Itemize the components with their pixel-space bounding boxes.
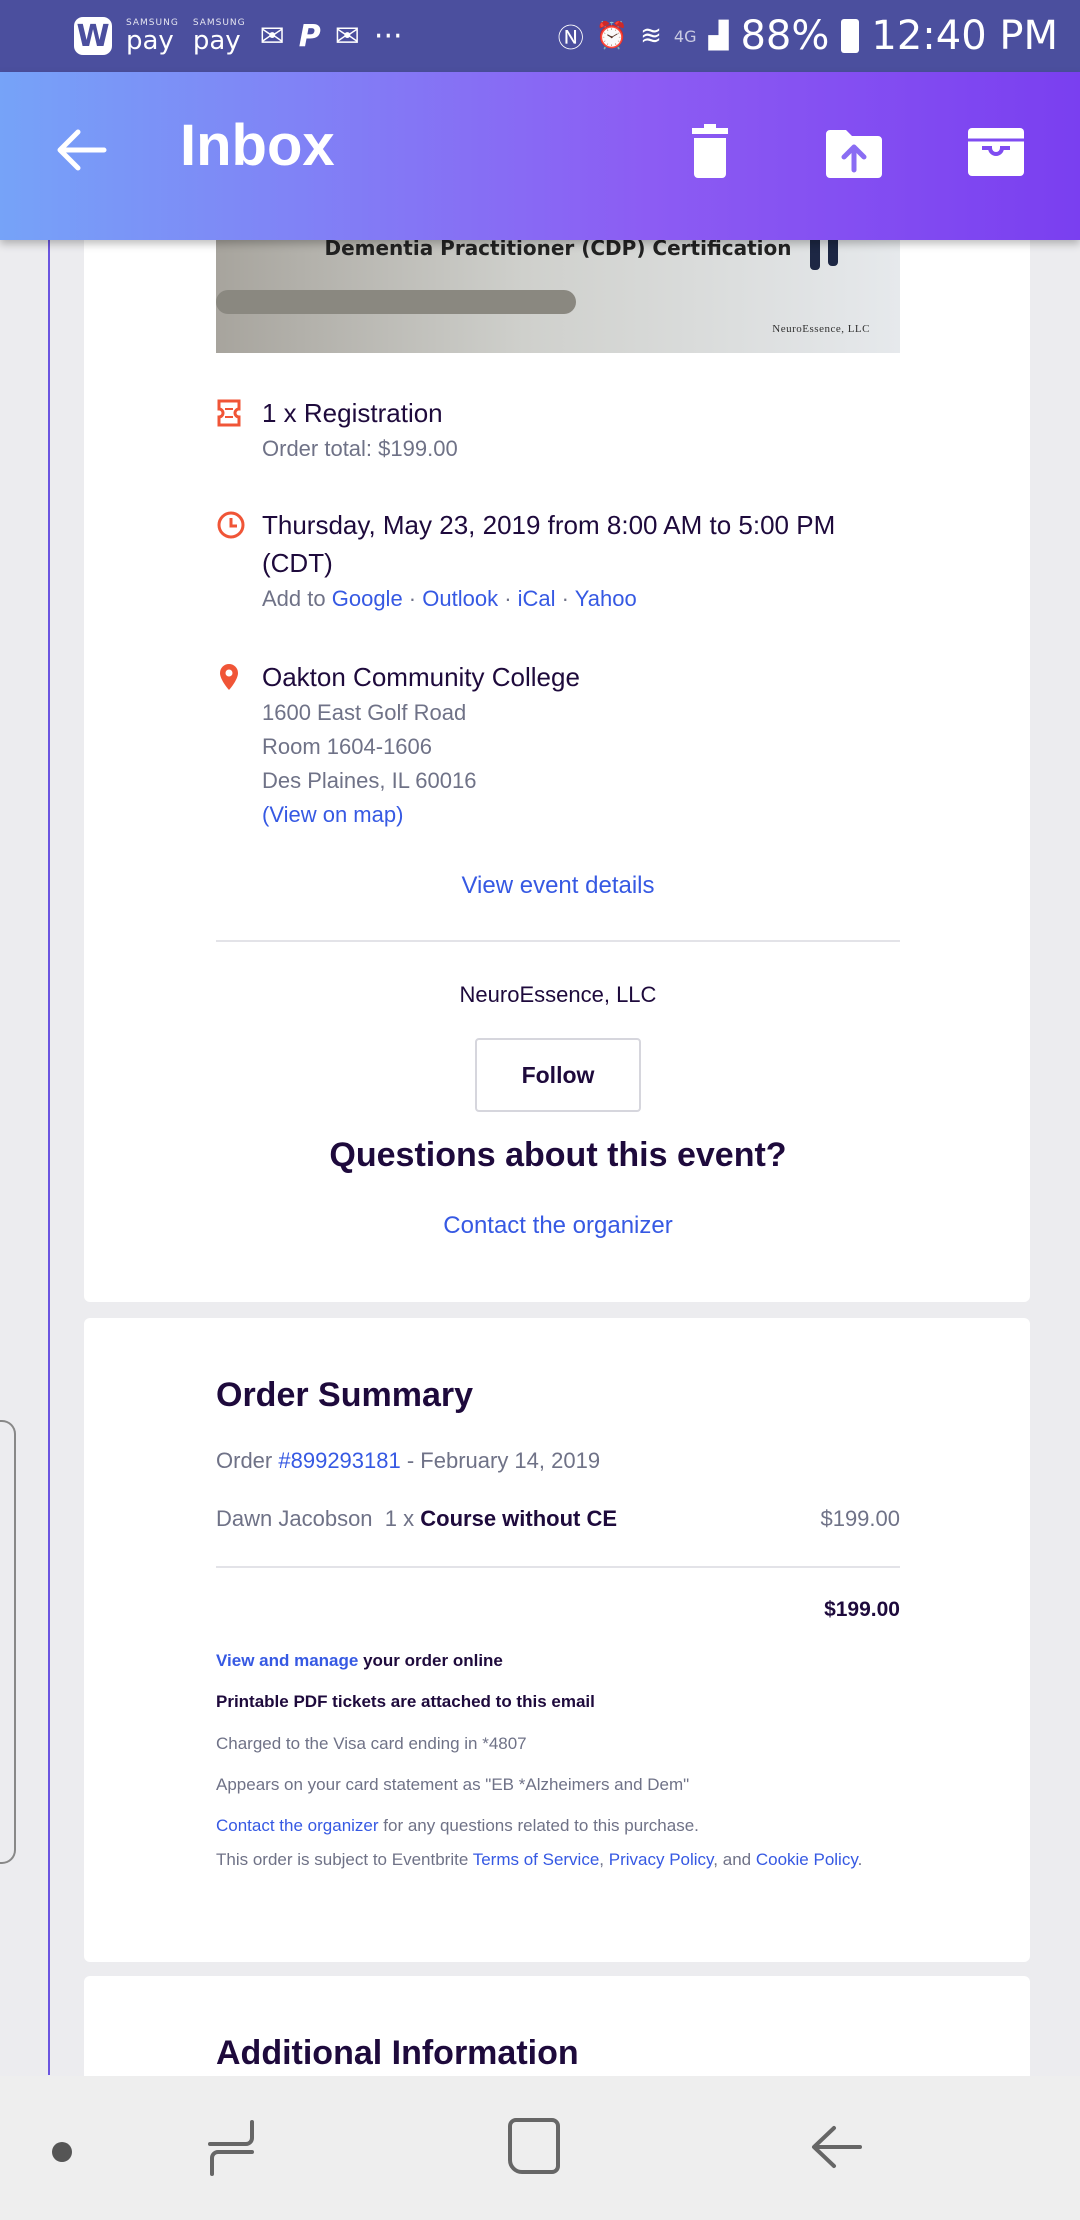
terms-note: This order is subject to Eventbrite Term… [216, 1850, 863, 1869]
ticket-type: Course without CE [420, 1506, 618, 1531]
recent-apps-icon[interactable] [206, 2120, 258, 2176]
order-info: Order #899293181 - February 14, 2019 [216, 1448, 601, 1473]
divider [216, 1566, 900, 1568]
contact-purchase-note: Contact the organizer for any questions … [216, 1816, 699, 1835]
wifi-icon: ≋ [640, 21, 662, 51]
charged-card-note: Charged to the Visa card ending in *4807 [216, 1734, 527, 1753]
page-title: Inbox [180, 113, 335, 178]
venue-name: Oakton Community College [262, 662, 580, 692]
statement-note: Appears on your card statement as "EB *A… [216, 1775, 690, 1794]
signal-icon: ▟ [708, 21, 729, 51]
network-type: 4G [673, 26, 697, 46]
clock: 12:40 PM [871, 13, 1058, 59]
battery-icon [841, 19, 860, 53]
mail-icon: ✉ [259, 18, 285, 54]
order-summary-title: Order Summary [216, 1376, 473, 1414]
order-line-item: Dawn Jacobson 1 x Course without CE [216, 1506, 618, 1531]
add-google-calendar-link[interactable]: Google [332, 586, 403, 611]
view-and-manage-link[interactable]: View and manage [216, 1651, 358, 1670]
address-line-1: 1600 East Golf Road [262, 700, 467, 725]
order-total: Order total: $199.00 [262, 436, 458, 461]
event-date: Thursday, May 23, 2019 from 8:00 AM to 5… [262, 510, 836, 578]
nfc-icon: Ⓝ [557, 23, 584, 54]
clock-icon [217, 511, 245, 539]
contact-organizer-link[interactable]: Contact the organizer [216, 1212, 900, 1240]
pdf-tickets-note: Printable PDF tickets are attached to th… [216, 1692, 595, 1711]
home-icon[interactable] [508, 2118, 560, 2174]
paypal-icon: P [298, 18, 321, 54]
edge-panel-handle[interactable] [0, 1420, 16, 1864]
location-pin-icon [220, 664, 238, 690]
samsung-pay-icon: SAMSUNG pay [126, 17, 179, 56]
samsung-pay-icon-2: SAMSUNG pay [192, 17, 246, 56]
registration-label: 1 x Registration [262, 398, 443, 428]
app-bar: Inbox [0, 72, 1080, 240]
attendee-name: Dawn Jacobson [216, 1506, 373, 1531]
view-on-map-link[interactable]: (View on map) [262, 802, 403, 827]
thread-indicator [48, 240, 50, 2075]
nav-dot-icon[interactable] [52, 2142, 72, 2162]
ticket-icon [217, 399, 241, 427]
system-nav-bar [0, 2076, 1080, 2220]
terms-of-service-link[interactable]: Terms of Service [473, 1850, 600, 1869]
add-to-calendar: Add to Google · Outlook · iCal · Yahoo [262, 586, 637, 611]
privacy-policy-link[interactable]: Privacy Policy [609, 1850, 714, 1869]
view-event-details-link[interactable]: View event details [216, 872, 900, 900]
delete-icon[interactable] [680, 124, 740, 180]
battery-percent: 88% [740, 13, 830, 59]
follow-button[interactable]: Follow [475, 1038, 641, 1112]
back-nav-icon[interactable] [810, 2120, 864, 2174]
order-number-link[interactable]: #899293181 [278, 1448, 400, 1473]
divider [216, 940, 900, 942]
w-app-icon: W [74, 17, 112, 55]
alarm-icon: ⏰ [595, 21, 629, 51]
move-to-folder-icon[interactable] [824, 124, 884, 180]
add-yahoo-calendar-link[interactable]: Yahoo [575, 586, 637, 611]
more-notifications-icon: ··· [373, 18, 403, 54]
order-summary-card: Order Summary Order #899293181 - Februar… [84, 1318, 1030, 1962]
status-bar: W SAMSUNG pay SAMSUNG pay ✉ P ✉ ··· Ⓝ ⏰ ≋ … [0, 0, 1080, 72]
line-item-price: $199.00 [820, 1506, 900, 1531]
gmail-icon: ✉ [334, 18, 360, 54]
contact-organizer-purchase-link[interactable]: Contact the organizer [216, 1816, 379, 1835]
archive-icon[interactable] [966, 124, 1026, 180]
address-line-3: Des Plaines, IL 60016 [262, 768, 477, 793]
event-card: Dementia Practitioner (CDP) Certificatio… [84, 200, 1030, 1302]
banner-brand: NeuroEssence, LLC [772, 323, 870, 335]
add-ical-link[interactable]: iCal [518, 586, 556, 611]
organizer-name: NeuroEssence, LLC [459, 982, 657, 1007]
add-outlook-calendar-link[interactable]: Outlook [422, 586, 498, 611]
address-line-2: Room 1604-1606 [262, 734, 433, 759]
back-arrow-icon[interactable] [52, 120, 112, 180]
manage-order-line: View and manage your order online [216, 1651, 503, 1670]
order-total-amount: $199.00 [824, 1598, 900, 1621]
questions-heading: Questions about this event? [329, 1136, 787, 1174]
cookie-policy-link[interactable]: Cookie Policy [756, 1850, 858, 1869]
additional-info-title: Additional Information [216, 2034, 579, 2072]
